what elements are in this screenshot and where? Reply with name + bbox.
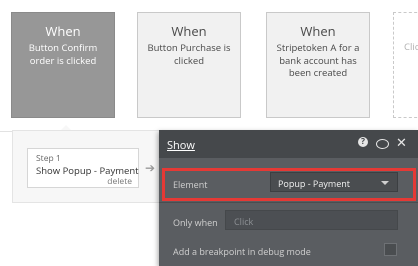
property-editor-header[interactable]: Show ? ✕ xyxy=(159,130,418,158)
event-card-description: Button Purchase is clicked xyxy=(147,41,231,67)
comment-icon[interactable] xyxy=(376,139,389,149)
arrow-right-icon: ➔ xyxy=(145,159,156,176)
close-icon[interactable]: ✕ xyxy=(396,136,407,149)
event-card-stripetoken[interactable]: When Stripetoken A for a bank account ha… xyxy=(266,12,370,118)
event-card-confirm-order[interactable]: When Button Confirm order is clicked xyxy=(11,12,115,118)
only-when-input[interactable]: Click xyxy=(225,210,398,230)
breakpoint-label: Add a breakpoint in debug mode xyxy=(173,245,311,258)
event-card-description: Stripetoken A for a bank account has bee… xyxy=(276,41,360,79)
section-divider xyxy=(159,202,418,203)
delete-step-link[interactable]: delete xyxy=(107,176,132,187)
event-card-description: Clic xyxy=(404,40,418,53)
event-card-new[interactable]: Clic xyxy=(393,12,418,118)
event-card-title: When xyxy=(171,22,207,40)
event-card-description: Button Confirm order is clicked xyxy=(28,41,98,67)
event-card-purchase[interactable]: When Button Purchase is clicked xyxy=(137,12,241,118)
event-card-title: When xyxy=(45,22,81,40)
event-card-title: When xyxy=(300,22,336,40)
step-number: Step 1 xyxy=(36,153,61,164)
only-when-label: Only when xyxy=(173,216,218,229)
breakpoint-checkbox[interactable] xyxy=(384,243,397,256)
highlight-box xyxy=(162,168,416,201)
help-icon[interactable]: ? xyxy=(358,137,368,147)
property-editor-title[interactable]: Show xyxy=(167,138,195,153)
action-step[interactable]: Step 1 Show Popup - Payment delete xyxy=(27,148,139,188)
only-when-placeholder: Click xyxy=(234,215,254,228)
